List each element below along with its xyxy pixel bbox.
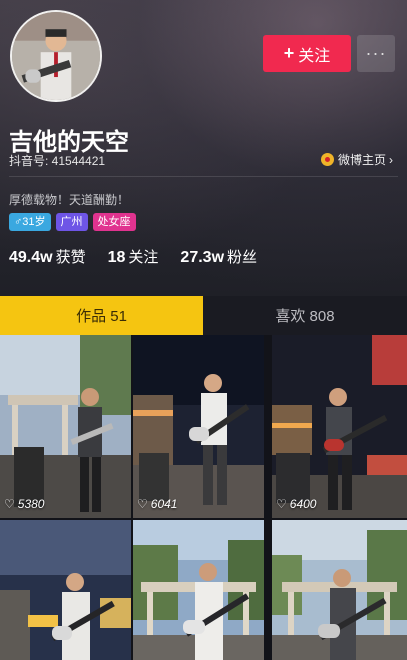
chevron-right-icon: › — [389, 152, 394, 167]
video-thumbnail[interactable] — [133, 520, 264, 660]
tab-likes[interactable]: 喜欢 808 — [203, 296, 407, 335]
profile-tabs: 作品 51 喜欢 808 — [0, 296, 407, 335]
video-thumbnail[interactable]: ♡ 6041 — [133, 335, 264, 518]
divider — [9, 176, 398, 177]
video-likes: ♡ 6400 — [276, 497, 316, 511]
video-thumbnail[interactable] — [0, 520, 131, 660]
stat-likes-label: 获赞 — [55, 249, 86, 266]
video-thumbnail-image — [0, 520, 131, 660]
video-likes-count: 5380 — [17, 497, 45, 511]
douyin-id: 抖音号: 41544421 — [9, 154, 106, 168]
video-likes-count: 6041 — [150, 497, 178, 511]
video-thumbnail[interactable]: ♡ 6400 — [272, 335, 407, 518]
stat-following-label: 关注 — [128, 249, 159, 266]
profile-tags: ♂31岁 广州 处女座 — [9, 213, 141, 231]
stat-fans[interactable]: 27.3w 粉丝 — [180, 246, 257, 267]
heart-icon: ♡ — [137, 497, 148, 511]
video-likes: ♡ 6041 — [137, 497, 177, 511]
tag-zodiac: 处女座 — [92, 213, 136, 231]
stat-likes-value: 49.4w — [9, 249, 53, 266]
heart-icon: ♡ — [4, 497, 15, 511]
plus-icon: + — [283, 43, 295, 63]
weibo-link[interactable]: 微博主页 › — [321, 151, 393, 168]
more-dots-icon: ··· — [365, 43, 387, 63]
stat-fans-label: 粉丝 — [227, 249, 258, 266]
stat-fans-value: 27.3w — [180, 249, 225, 266]
profile-bio: 厚德载物！天道酬勤！ — [9, 193, 130, 207]
video-thumbnail[interactable]: ♡ 5380 — [0, 335, 131, 518]
follow-button[interactable]: + 关注 — [263, 35, 351, 72]
profile-header: + 关注 ··· 吉他的天空 抖音号: 41544421 微博主页 › 厚德载物… — [0, 0, 407, 296]
profile-stats: 49.4w 获赞 18 关注 27.3w 粉丝 — [9, 246, 279, 267]
weibo-icon — [321, 153, 334, 166]
video-thumbnail-image — [272, 520, 407, 660]
weibo-label: 微博主页 — [338, 153, 387, 167]
stat-following[interactable]: 18 关注 — [108, 246, 159, 267]
more-button[interactable]: ··· — [357, 35, 395, 72]
avatar-image — [12, 12, 100, 100]
video-thumbnail-image — [0, 335, 131, 518]
tag-gender-age: ♂31岁 — [9, 213, 51, 231]
stat-likes[interactable]: 49.4w 获赞 — [9, 246, 86, 267]
video-likes-count: 6400 — [289, 497, 317, 511]
tab-works[interactable]: 作品 51 — [0, 296, 203, 335]
video-likes: ♡ 5380 — [4, 497, 44, 511]
video-thumbnail-image — [133, 520, 264, 660]
video-thumbnail-image — [272, 335, 407, 518]
stat-following-value: 18 — [107, 249, 126, 266]
avatar[interactable] — [10, 10, 102, 102]
video-thumbnail-image — [133, 335, 264, 518]
follow-button-label: 关注 — [298, 47, 331, 65]
heart-icon: ♡ — [276, 497, 287, 511]
tag-city: 广州 — [55, 213, 88, 231]
video-thumbnail[interactable] — [272, 520, 407, 660]
